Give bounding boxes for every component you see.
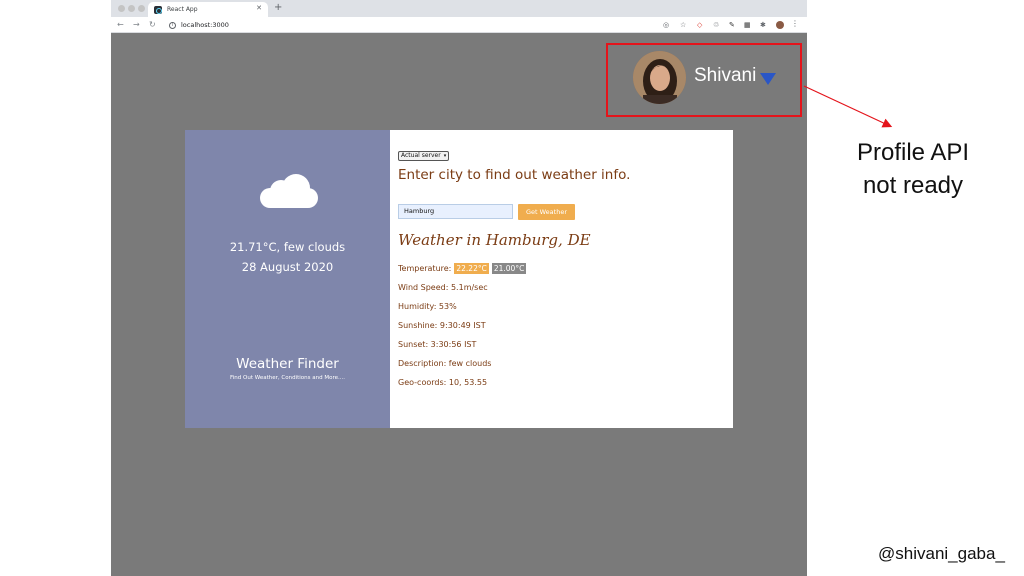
- server-select[interactable]: Actual server ▾: [398, 151, 450, 161]
- server-select-value: Actual server: [401, 152, 441, 159]
- cloud-icon: [260, 174, 318, 210]
- annotation-line-2: not ready: [862, 172, 964, 199]
- browser-tab[interactable]: React App ✕: [148, 2, 268, 17]
- react-favicon-icon: [154, 5, 162, 14]
- url-text: localhost:3000: [181, 21, 229, 29]
- address-bar[interactable]: i localhost:3000: [169, 21, 229, 29]
- user-name[interactable]: Shivani: [694, 65, 756, 87]
- slide: React App ✕ + ← → ↻ i localhost:3000 ◎ ☆…: [0, 0, 1024, 576]
- sunshine-time: Sunshine: 9:30:49 IST: [398, 321, 486, 330]
- code-extension-icon[interactable]: ◇: [697, 20, 702, 30]
- author-handle: @shivani_gaba_: [878, 544, 1005, 563]
- temperature-row: Temperature: 22.22°C 21.00°C: [398, 263, 527, 274]
- wind-speed: Wind Speed: 5.1m/sec: [398, 283, 488, 292]
- weather-sidebar: 21.71°C, few clouds 28 August 2020 Weath…: [185, 130, 390, 428]
- browser-profile-avatar[interactable]: [776, 21, 784, 29]
- select-chevron-icon: ▾: [443, 153, 447, 159]
- minimize-window-dot[interactable]: [128, 5, 135, 12]
- tab-close-icon[interactable]: ✕: [256, 4, 262, 12]
- tab-bar: React App ✕ +: [111, 0, 807, 17]
- maximize-window-dot[interactable]: [138, 5, 145, 12]
- app-tagline: Find Out Weather, Conditions and More...…: [230, 375, 345, 381]
- result-title: Weather in Hamburg, DE: [398, 231, 591, 249]
- pen-extension-icon[interactable]: ✎: [729, 20, 735, 30]
- sunset-time: Sunset: 3:30:56 IST: [398, 340, 477, 349]
- weather-date: 28 August 2020: [241, 260, 334, 274]
- avatar-photo: [633, 51, 686, 104]
- close-window-dot[interactable]: [118, 5, 125, 12]
- back-button[interactable]: ←: [117, 19, 124, 31]
- search-prompt: Enter city to find out weather info.: [398, 167, 631, 183]
- humidity: Humidity: 53%: [398, 302, 457, 311]
- puzzle-icon[interactable]: ✱: [760, 20, 766, 30]
- weather-app: 21.71°C, few clouds 28 August 2020 Weath…: [185, 130, 733, 428]
- geo-coords: Geo-coords: 10, 53.55: [398, 378, 488, 387]
- weather-description: Description: few clouds: [398, 359, 492, 368]
- user-avatar[interactable]: [633, 51, 686, 104]
- eye-off-icon[interactable]: ◎: [663, 20, 669, 30]
- profile-highlight-box: Shivani: [606, 43, 802, 117]
- star-icon[interactable]: ☆: [680, 20, 686, 30]
- info-icon[interactable]: i: [169, 21, 176, 29]
- city-input[interactable]: Hamburg: [398, 204, 513, 219]
- temperature-max-badge: 22.22°C: [454, 263, 489, 274]
- tab-title: React App: [167, 6, 198, 13]
- browser-menu-icon[interactable]: ⋮: [791, 19, 799, 28]
- new-tab-button[interactable]: +: [274, 1, 282, 15]
- forward-button[interactable]: →: [133, 19, 140, 31]
- dropdown-caret-icon[interactable]: [760, 73, 776, 85]
- reload-button[interactable]: ↻: [149, 19, 156, 31]
- grid-extension-icon[interactable]: ▦: [744, 20, 751, 30]
- app-title: Weather Finder: [236, 356, 339, 372]
- weather-main: Actual server ▾ Enter city to find out w…: [390, 130, 733, 428]
- get-weather-button[interactable]: Get Weather: [518, 204, 575, 220]
- temperature-label: Temperature:: [398, 264, 452, 273]
- weather-summary: 21.71°C, few clouds: [229, 240, 346, 254]
- temperature-min-badge: 21.00°C: [491, 263, 527, 274]
- annotation-note: Profile API not ready: [838, 136, 988, 202]
- annotation-line-1: Profile API: [856, 139, 970, 166]
- refresh-extension-icon[interactable]: ♲: [713, 20, 719, 30]
- browser-toolbar: ← → ↻ i localhost:3000 ◎ ☆ ◇ ♲ ✎ ▦ ✱ ⋮: [111, 17, 807, 33]
